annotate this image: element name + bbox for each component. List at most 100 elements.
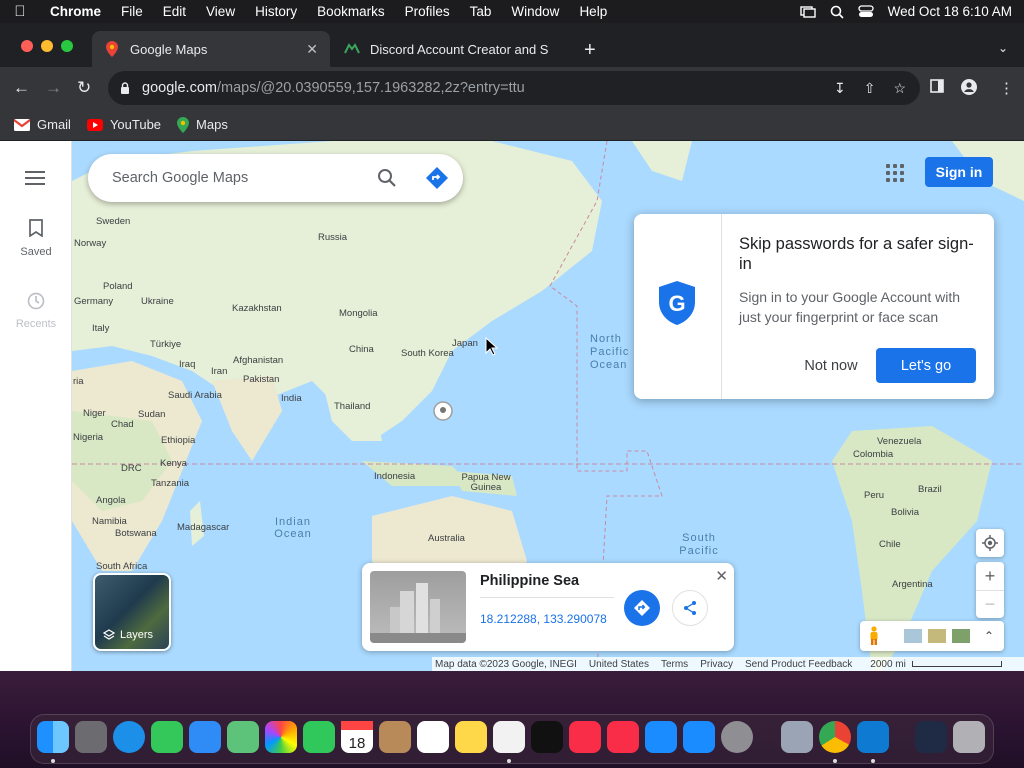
mail-icon[interactable] — [189, 721, 221, 753]
google-chrome-icon[interactable] — [819, 721, 851, 753]
place-info-card[interactable]: Philippine Sea 18.212288, 133.290078 ✕ — [362, 563, 734, 651]
tab-search-chevron-icon[interactable]: ⌄ — [998, 41, 1008, 55]
install-app-icon[interactable]: ↧ — [834, 80, 846, 97]
maps-app-icon[interactable] — [227, 721, 259, 753]
chrome-menu-kebab-icon[interactable]: ⋮ — [999, 79, 1014, 97]
expand-chevron-up-icon[interactable]: ⌃ — [984, 629, 994, 643]
imagery-thumbnail[interactable] — [904, 629, 922, 643]
not-now-button[interactable]: Not now — [794, 354, 868, 378]
window-minimize-button[interactable] — [41, 40, 53, 52]
menu-help[interactable]: Help — [569, 4, 617, 19]
photos-icon[interactable] — [265, 721, 297, 753]
google-apps-grid-icon[interactable] — [886, 164, 904, 182]
contacts-icon[interactable] — [379, 721, 411, 753]
send-feedback-link[interactable]: Send Product Feedback — [745, 659, 852, 670]
address-bar[interactable]: google.com/maps/@20.0390559,157.1963282,… — [108, 71, 920, 105]
place-name: Philippine Sea — [480, 573, 580, 589]
vscode-icon[interactable] — [857, 721, 889, 753]
zoom-in-button[interactable]: + — [976, 562, 1004, 590]
map-scale[interactable]: 2000 mi — [870, 659, 1002, 670]
reminders-icon[interactable] — [417, 721, 449, 753]
layers-button[interactable]: Layers — [93, 573, 171, 651]
terms-link[interactable]: Terms — [661, 659, 688, 670]
side-panel-icon[interactable] — [930, 79, 944, 97]
zoom-out-button[interactable]: − — [976, 590, 1004, 618]
directions-button[interactable] — [624, 590, 660, 626]
my-location-button[interactable] — [976, 529, 1004, 557]
window-close-button[interactable] — [21, 40, 33, 52]
window-zoom-button[interactable] — [61, 40, 73, 52]
apple-icon[interactable]:  — [0, 3, 40, 20]
menu-tab[interactable]: Tab — [460, 4, 502, 19]
share-page-icon[interactable]: ⇧ — [864, 80, 876, 97]
control-center-icon[interactable] — [858, 5, 874, 18]
directions-icon[interactable] — [425, 166, 449, 190]
spotlight-search-icon[interactable] — [830, 5, 844, 19]
google-maps-page: Sweden Norway Russia Poland Germany Ukra… — [0, 141, 1024, 671]
place-thumbnail[interactable] — [370, 571, 466, 643]
lets-go-button[interactable]: Let's go — [876, 348, 976, 383]
menu-view[interactable]: View — [196, 4, 245, 19]
apple-tv-icon[interactable] — [531, 721, 563, 753]
launchpad-icon[interactable] — [75, 721, 107, 753]
menu-file[interactable]: File — [111, 4, 153, 19]
privacy-link[interactable]: Privacy — [700, 659, 733, 670]
menu-bookmarks[interactable]: Bookmarks — [307, 4, 395, 19]
keynote-icon[interactable] — [645, 721, 677, 753]
region-link[interactable]: United States — [589, 659, 649, 670]
sign-in-button[interactable]: Sign in — [925, 157, 993, 187]
place-coordinates[interactable]: 18.212288, 133.290078 — [480, 612, 607, 626]
bookmark-gmail[interactable]: Gmail — [14, 117, 71, 132]
zoom-control: + − — [976, 562, 1004, 618]
directions-icon — [634, 600, 650, 616]
google-maps-pin-icon — [104, 41, 120, 57]
back-arrow-icon[interactable]: ← — [13, 78, 30, 98]
rail-item-saved[interactable]: Saved — [0, 219, 72, 258]
bookmark-star-icon[interactable]: ☆ — [893, 80, 906, 97]
rail-item-recents[interactable]: Recents — [0, 291, 72, 330]
pegman-street-view-icon[interactable] — [868, 626, 880, 646]
map-data-attribution[interactable]: Map data ©2023 Google, INEGI — [435, 659, 577, 670]
menubar-clock[interactable]: Wed Oct 18 6:10 AM — [888, 4, 1012, 19]
tab-close-icon[interactable]: ✕ — [306, 41, 318, 58]
menu-window[interactable]: Window — [501, 4, 569, 19]
screen-recording-icon[interactable] — [915, 721, 947, 753]
forward-arrow-icon[interactable]: → — [45, 78, 62, 98]
profile-avatar-icon[interactable] — [961, 79, 977, 99]
bookmark-maps[interactable]: Maps — [177, 116, 228, 133]
imagery-thumbnail[interactable] — [928, 629, 946, 643]
notes-icon[interactable] — [455, 721, 487, 753]
imagery-thumbnail[interactable] — [952, 629, 970, 643]
menu-edit[interactable]: Edit — [153, 4, 196, 19]
search-icon[interactable] — [377, 168, 397, 188]
menu-profiles[interactable]: Profiles — [395, 4, 460, 19]
menu-hamburger-icon[interactable] — [25, 171, 45, 189]
lock-icon[interactable] — [120, 81, 130, 95]
close-icon[interactable]: ✕ — [715, 567, 728, 585]
youtube-icon — [86, 118, 103, 131]
safari-icon[interactable] — [113, 721, 145, 753]
share-button[interactable] — [672, 590, 708, 626]
freeform-icon[interactable] — [493, 721, 525, 753]
messages-icon[interactable] — [151, 721, 183, 753]
app-store-icon[interactable] — [683, 721, 715, 753]
map-bottom-controls: ⌃ — [860, 621, 1004, 651]
menu-app-chrome[interactable]: Chrome — [40, 4, 111, 19]
calendar-icon[interactable]: 18 — [341, 721, 373, 753]
music-icon[interactable] — [569, 721, 601, 753]
menu-history[interactable]: History — [245, 4, 307, 19]
system-preferences-gear-icon[interactable] — [781, 721, 813, 753]
tab-discord-account-creator[interactable]: Discord Account Creator and S — [332, 31, 572, 67]
finder-icon[interactable] — [37, 721, 69, 753]
screen-mirror-icon[interactable] — [799, 5, 816, 18]
system-settings-icon[interactable] — [721, 721, 753, 753]
trash-icon[interactable] — [953, 721, 985, 753]
search-box[interactable]: Search Google Maps — [88, 154, 463, 202]
facetime-icon[interactable] — [303, 721, 335, 753]
bookmark-youtube[interactable]: YouTube — [86, 117, 161, 132]
search-input[interactable]: Search Google Maps — [112, 170, 248, 186]
tab-google-maps[interactable]: Google Maps ✕ — [92, 31, 330, 67]
news-icon[interactable] — [607, 721, 639, 753]
reload-icon[interactable]: ↻ — [77, 78, 91, 98]
new-tab-plus-icon[interactable]: + — [584, 39, 596, 62]
